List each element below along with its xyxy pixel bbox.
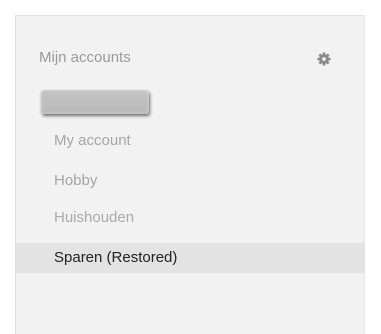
account-item-label: My account bbox=[54, 132, 131, 149]
accounts-header: Mijn accounts bbox=[39, 47, 339, 71]
account-item-label: Hobby bbox=[54, 172, 98, 189]
accounts-header-title: Mijn accounts bbox=[39, 49, 131, 66]
account-item-label: Huishouden bbox=[54, 209, 135, 226]
account-item-hobby[interactable]: Hobby bbox=[16, 166, 365, 196]
account-item-sparen-restored[interactable]: Sparen (Restored) bbox=[16, 243, 365, 273]
gear-icon[interactable] bbox=[317, 52, 331, 66]
account-item-huishouden[interactable]: Huishouden bbox=[16, 203, 365, 233]
redacted-account-name bbox=[41, 90, 149, 114]
account-item-label: Sparen (Restored) bbox=[54, 249, 178, 266]
account-item-my-account[interactable]: My account bbox=[16, 126, 365, 156]
